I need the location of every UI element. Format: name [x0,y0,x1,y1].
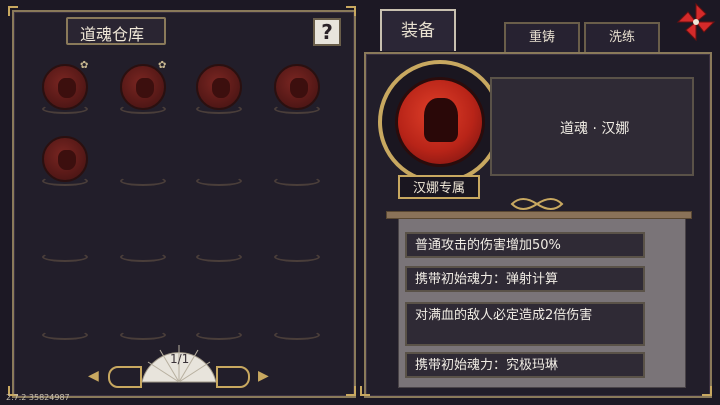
warehouse-title: 道魂仓库 [80,25,145,44]
soul-slot-empty[interactable] [118,136,168,186]
soul-slot-filled[interactable] [194,64,244,114]
soul-slot-filled[interactable] [272,64,322,114]
slot-stand [196,176,242,186]
slot-stand [42,252,88,262]
soul-slot-empty[interactable] [194,136,244,186]
close-pinwheel-icon[interactable] [676,2,716,42]
soul-face-icon [212,78,230,98]
soul-slot-empty[interactable] [118,290,168,340]
prev-page-arrow[interactable]: ◀ [88,368,99,384]
scroll-rod-top [386,211,692,219]
slot-stand [120,252,166,262]
tab-refine[interactable]: 洗练 [584,22,660,52]
slot-stand [274,176,320,186]
slot-stand [274,104,320,114]
slot-stand [120,176,166,186]
ornament-right [216,366,250,388]
slot-stand [120,330,166,340]
next-page-arrow[interactable]: ▶ [258,368,269,384]
new-mark-icon: ✿ [158,60,167,71]
soul-slot-empty[interactable] [272,290,322,340]
slot-stand [120,104,166,114]
soul-slot-empty[interactable] [118,212,168,262]
tab-equip[interactable]: 装备 [380,9,456,51]
ornament-left [108,366,142,388]
soul-slot-empty[interactable] [272,136,322,186]
soul-slot-empty[interactable] [272,212,322,262]
soul-slot-filled[interactable]: ✿ [118,60,168,114]
soul-face-icon [136,78,154,98]
soul-slot-empty[interactable] [40,212,90,262]
soul-slot-filled[interactable] [40,136,90,186]
exclusive-label: 汉娜专属 [412,181,465,196]
version-text: 2.7.2 35824987 [6,393,70,402]
soul-slot-empty[interactable] [40,290,90,340]
tab-refine-label: 洗练 [608,30,635,45]
tab-reforge[interactable]: 重铸 [504,22,580,52]
equipped-orb[interactable] [395,77,485,167]
help-icon: ? [321,20,333,44]
effect-3: 对满血的敌人必定造成2倍伤害 [405,302,645,346]
slot-stand [274,330,320,340]
slot-stand [196,330,242,340]
soul-face-icon [58,78,76,98]
soul-portrait-icon [424,98,458,142]
slot-stand [196,252,242,262]
soul-slot-empty[interactable] [194,290,244,340]
slot-stand [42,330,88,340]
slot-stand [196,104,242,114]
soul-name: 道魂 · 汉娜 [560,121,630,137]
soul-slot-filled[interactable]: ✿ [40,60,90,114]
help-button[interactable]: ? [313,18,341,46]
effect-1: 普通攻击的伤害增加50% [405,232,645,258]
soul-slot-empty[interactable] [194,212,244,262]
new-mark-icon: ✿ [80,60,89,71]
tab-equip-label: 装备 [401,21,435,41]
effect-2: 携带初始魂力：弹射计算 [405,266,645,292]
page-indicator: 1/1 [170,352,190,366]
exclusive-badge: 汉娜专属 [398,175,480,199]
effect-4: 携带初始魂力：究极玛琳 [405,352,645,378]
slot-stand [274,252,320,262]
soul-face-icon [290,78,308,98]
slot-stand [42,176,88,186]
soul-face-icon [58,150,76,170]
tab-reforge-label: 重铸 [528,30,555,45]
slot-stand [42,104,88,114]
